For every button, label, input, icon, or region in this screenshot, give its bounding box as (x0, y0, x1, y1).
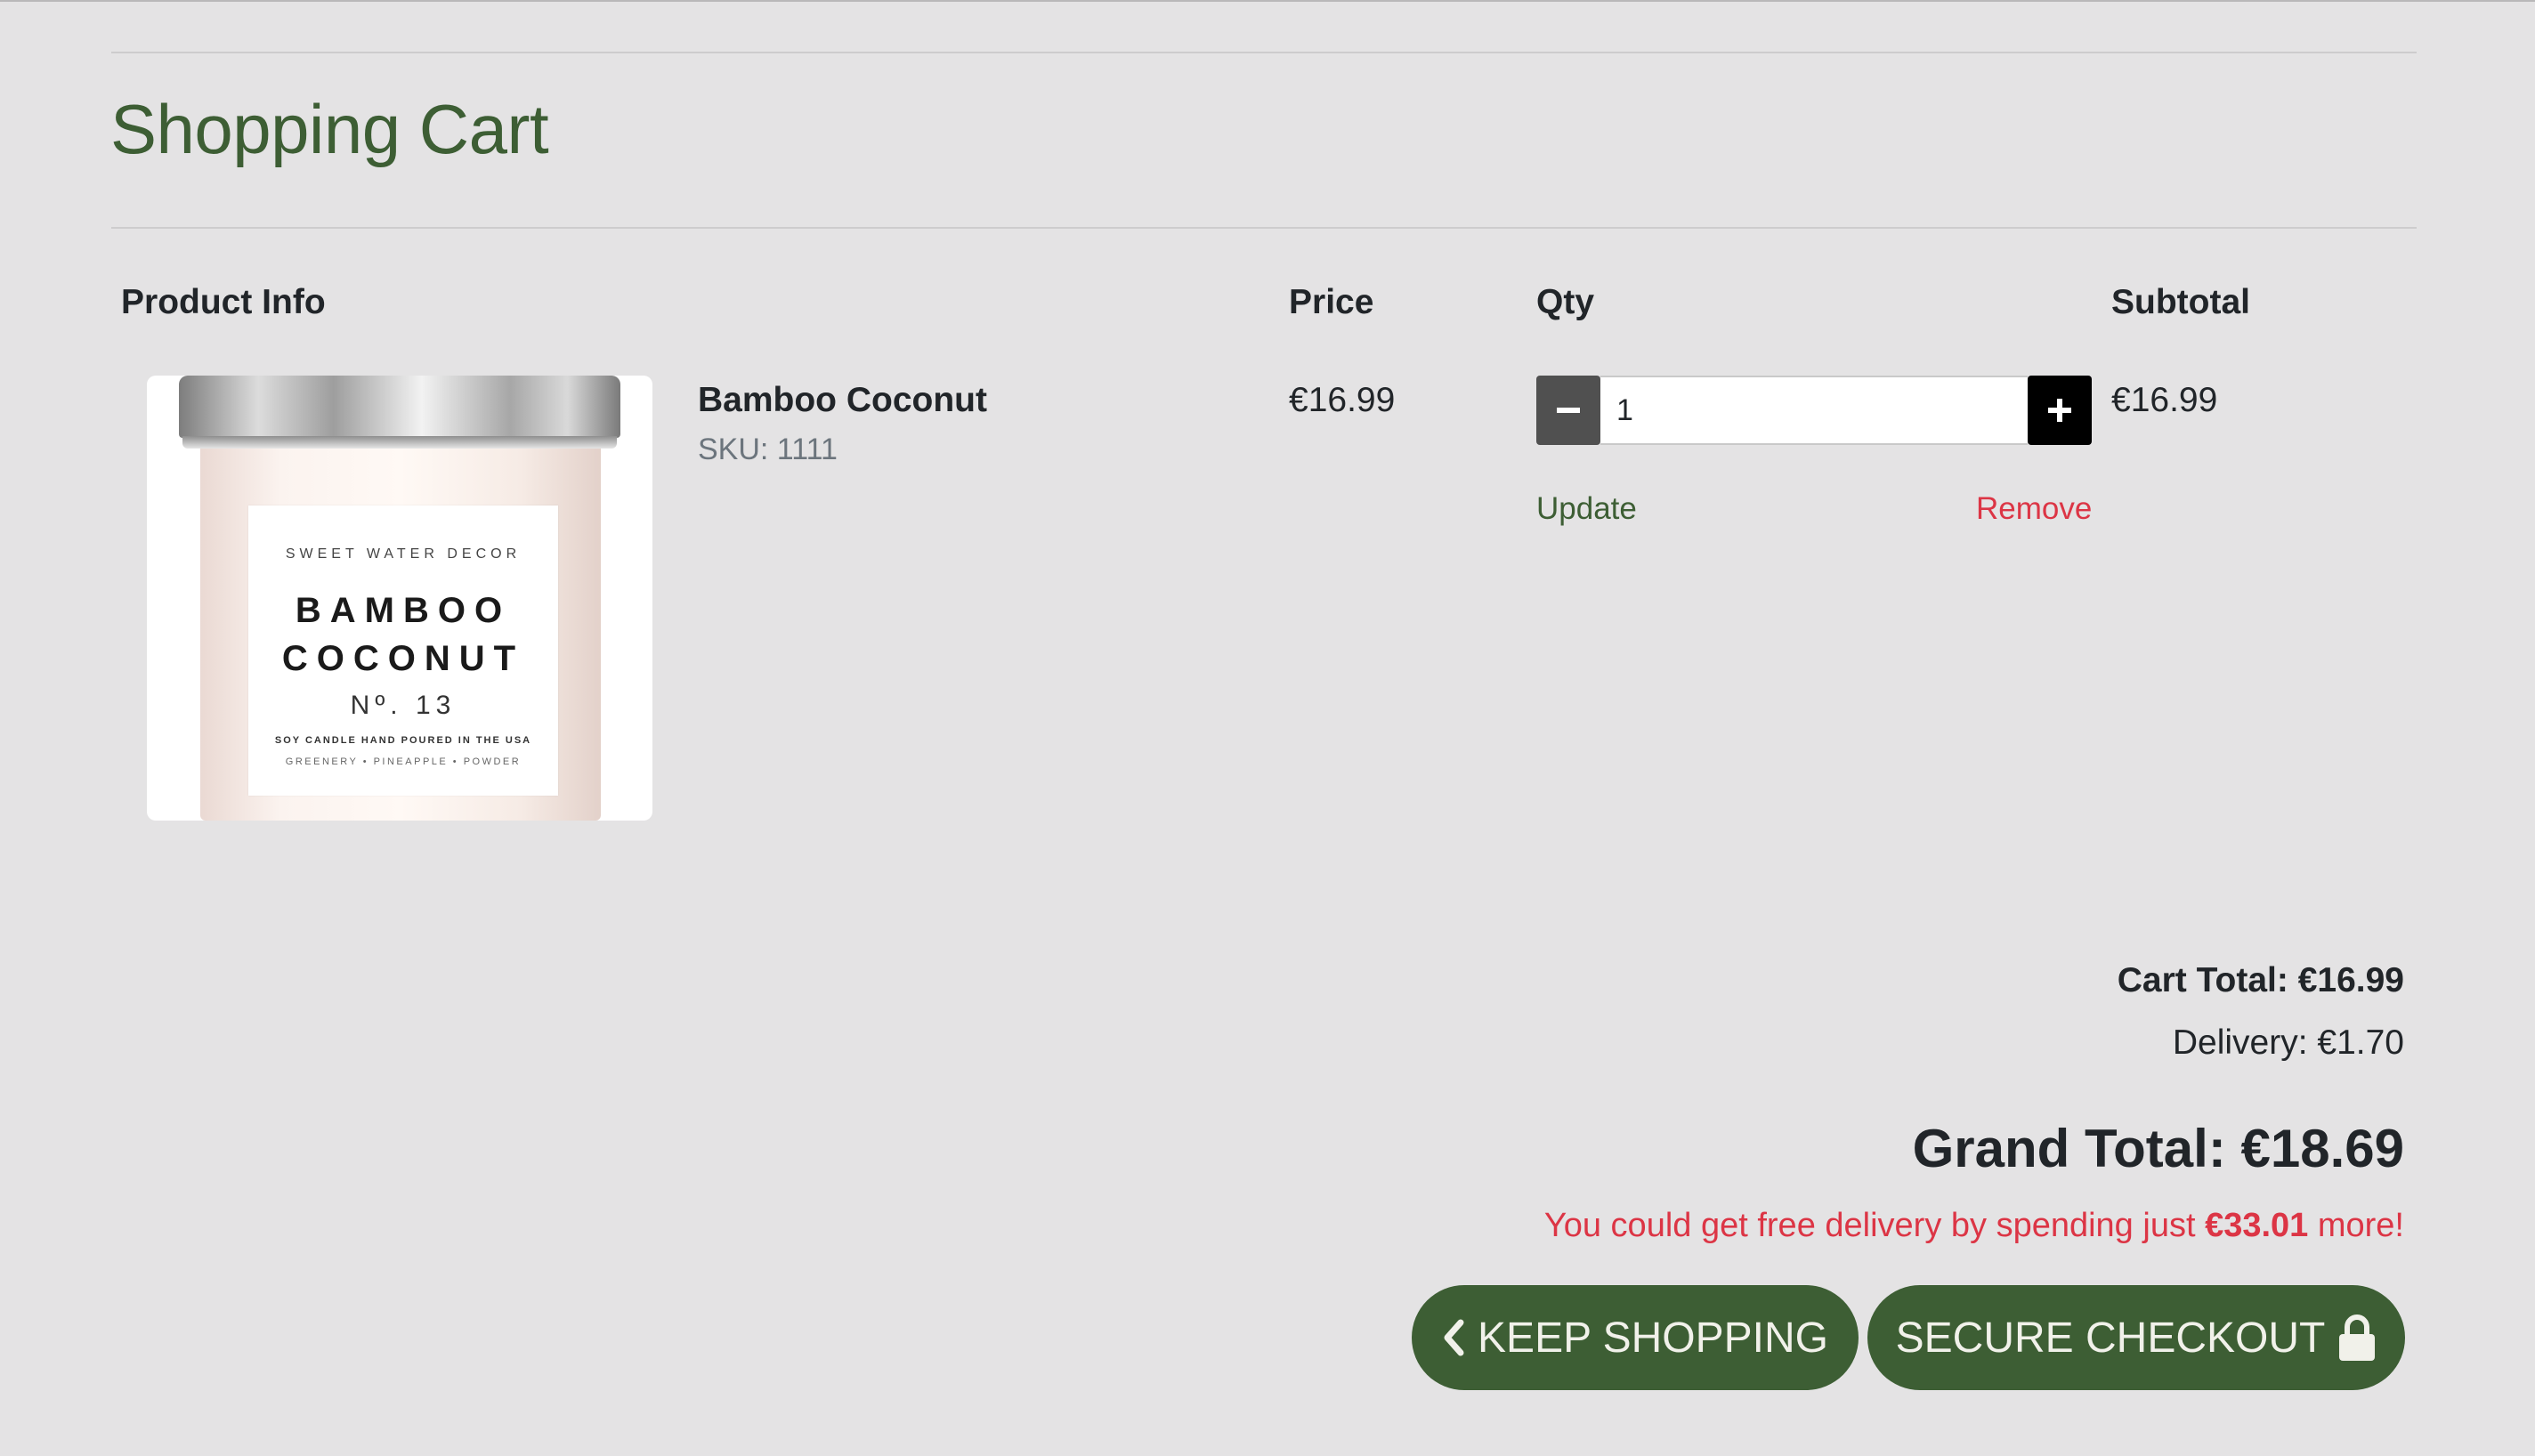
label-line2: GREENERY • PINEAPPLE • POWDER (285, 756, 522, 767)
cart-total: Cart Total: €16.99 (2117, 961, 2404, 999)
header-product-info: Product Info (121, 283, 326, 321)
secure-checkout-button[interactable]: SECURE CHECKOUT (1867, 1285, 2405, 1390)
free-delivery-amount: €33.01 (2205, 1207, 2309, 1244)
free-delivery-suffix: more! (2308, 1207, 2404, 1244)
qty-input[interactable] (1600, 376, 2028, 445)
candle-lid-rim (182, 436, 617, 449)
product-name: Bamboo Coconut (698, 381, 987, 419)
free-delivery-prefix: You could get free delivery by spending … (1543, 1207, 2206, 1244)
product-subtotal: €16.99 (2111, 381, 2218, 419)
delivery-cost: Delivery: €1.70 (2172, 1023, 2404, 1062)
label-number: Nº. 13 (350, 691, 457, 720)
label-name-line2: COCONUT (281, 639, 525, 678)
grand-total: Grand Total: €18.69 (1912, 1119, 2404, 1178)
candle-lid (179, 376, 620, 438)
product-image: SWEET WATER DECOR BAMBOO COCONUT Nº. 13 … (147, 376, 652, 821)
remove-link[interactable]: Remove (1976, 491, 2092, 527)
header-qty: Qty (1536, 283, 1595, 321)
label-name-line1: BAMBOO (295, 591, 512, 630)
header-price: Price (1289, 283, 1374, 321)
update-link[interactable]: Update (1536, 491, 1637, 527)
chevron-left-icon (1444, 1319, 1464, 1356)
secure-checkout-label: SECURE CHECKOUT (1895, 1314, 2326, 1362)
minus-icon (1557, 408, 1580, 413)
candle-label: SWEET WATER DECOR BAMBOO COCONUT Nº. 13 … (248, 506, 558, 796)
label-brand: SWEET WATER DECOR (285, 546, 522, 562)
qty-decrement-button[interactable] (1536, 376, 1600, 445)
page-title: Shopping Cart (110, 90, 549, 168)
qty-increment-button[interactable] (2028, 376, 2092, 445)
product-price: €16.99 (1289, 381, 1396, 419)
keep-shopping-button[interactable]: KEEP SHOPPING (1412, 1285, 1859, 1390)
divider-top (111, 52, 2417, 53)
product-sku: SKU: 1111 (698, 433, 838, 466)
keep-shopping-label: KEEP SHOPPING (1478, 1314, 1828, 1362)
plus-icon (2048, 399, 2071, 422)
divider-header (111, 227, 2417, 229)
top-border (0, 0, 2535, 2)
header-subtotal: Subtotal (2111, 283, 2250, 321)
label-line1: SOY CANDLE HAND POURED IN THE USA (274, 735, 532, 746)
free-delivery-message: You could get free delivery by spending … (1544, 1207, 2404, 1245)
lock-icon (2339, 1314, 2376, 1361)
